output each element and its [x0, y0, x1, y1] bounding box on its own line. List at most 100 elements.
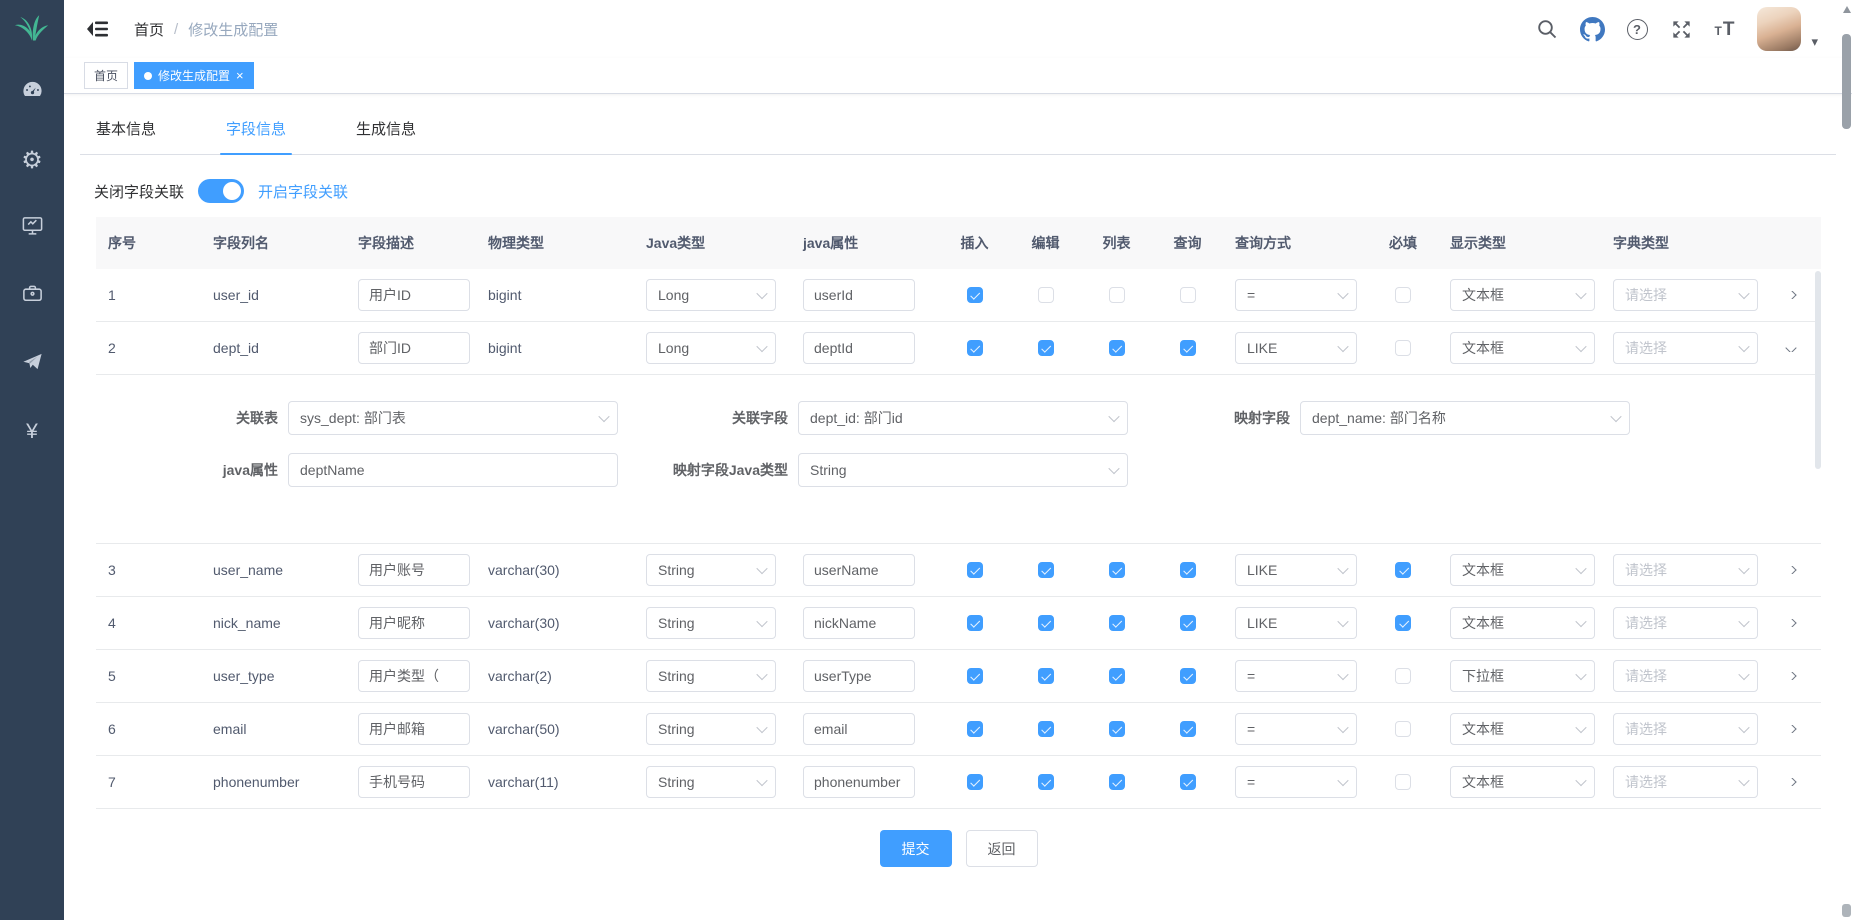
query-checkbox[interactable]: [1180, 615, 1196, 631]
java-type-select[interactable]: String: [646, 713, 776, 745]
display-type-select[interactable]: 文本框: [1450, 554, 1595, 586]
app-logo[interactable]: [0, 0, 64, 58]
java-type-select[interactable]: Long: [646, 332, 776, 364]
required-checkbox[interactable]: [1395, 562, 1411, 578]
required-checkbox[interactable]: [1395, 340, 1411, 356]
sidebar-collapse-icon[interactable]: [86, 19, 108, 39]
java-attr-input[interactable]: [803, 607, 915, 639]
close-icon[interactable]: ×: [236, 69, 244, 82]
display-type-select[interactable]: 文本框: [1450, 332, 1595, 364]
field-description-input[interactable]: [358, 766, 470, 798]
breadcrumb-home[interactable]: 首页: [134, 19, 164, 40]
field-description-input[interactable]: [358, 713, 470, 745]
field-description-input[interactable]: [358, 332, 470, 364]
query-type-select[interactable]: =: [1235, 279, 1357, 311]
sidebar-item-dashboard[interactable]: [0, 58, 64, 126]
relation-table-select[interactable]: sys_dept: 部门表: [288, 401, 618, 435]
required-checkbox[interactable]: [1395, 668, 1411, 684]
query-type-select[interactable]: LIKE: [1235, 332, 1357, 364]
edit-checkbox[interactable]: [1038, 340, 1054, 356]
required-checkbox[interactable]: [1395, 774, 1411, 790]
sidebar-item-pay[interactable]: ¥: [0, 398, 64, 466]
java-attr-input[interactable]: [803, 554, 915, 586]
list-checkbox[interactable]: [1109, 721, 1125, 737]
sidebar-item-tool[interactable]: [0, 262, 64, 330]
edit-checkbox[interactable]: [1038, 774, 1054, 790]
java-attr-input[interactable]: [803, 279, 915, 311]
edit-checkbox[interactable]: [1038, 721, 1054, 737]
fullscreen-icon[interactable]: [1670, 18, 1693, 41]
query-checkbox[interactable]: [1180, 287, 1196, 303]
insert-checkbox[interactable]: [967, 340, 983, 356]
java-attr-input[interactable]: [803, 660, 915, 692]
dict-type-select[interactable]: 请选择: [1613, 554, 1758, 586]
display-type-select[interactable]: 文本框: [1450, 713, 1595, 745]
display-type-select[interactable]: 文本框: [1450, 279, 1595, 311]
query-checkbox[interactable]: [1180, 721, 1196, 737]
list-checkbox[interactable]: [1109, 340, 1125, 356]
field-description-input[interactable]: [358, 660, 470, 692]
display-type-select[interactable]: 文本框: [1450, 766, 1595, 798]
sidebar-item-system[interactable]: ⚙: [0, 126, 64, 194]
query-type-select[interactable]: LIKE: [1235, 607, 1357, 639]
relation-toggle-switch[interactable]: [198, 179, 244, 203]
java-type-select[interactable]: String: [646, 554, 776, 586]
collapse-row-icon[interactable]: [1785, 344, 1796, 352]
java-attr-input[interactable]: [803, 332, 915, 364]
insert-checkbox[interactable]: [967, 721, 983, 737]
list-checkbox[interactable]: [1109, 562, 1125, 578]
dict-type-select[interactable]: 请选择: [1613, 332, 1758, 364]
query-type-select[interactable]: =: [1235, 766, 1357, 798]
field-description-input[interactable]: [358, 279, 470, 311]
tab-field-info[interactable]: 字段信息: [224, 108, 288, 154]
edit-checkbox[interactable]: [1038, 287, 1054, 303]
expand-row-icon[interactable]: [1785, 291, 1796, 299]
query-checkbox[interactable]: [1180, 668, 1196, 684]
insert-checkbox[interactable]: [967, 562, 983, 578]
field-description-input[interactable]: [358, 607, 470, 639]
chevron-down-icon[interactable]: ▾: [1811, 34, 1818, 50]
required-checkbox[interactable]: [1395, 721, 1411, 737]
search-icon[interactable]: [1536, 18, 1558, 40]
insert-checkbox[interactable]: [967, 287, 983, 303]
dict-type-select[interactable]: 请选择: [1613, 607, 1758, 639]
list-checkbox[interactable]: [1109, 668, 1125, 684]
scrollbar-bottom-piece[interactable]: [1842, 904, 1851, 917]
query-checkbox[interactable]: [1180, 340, 1196, 356]
tag-home[interactable]: 首页: [84, 62, 128, 89]
required-checkbox[interactable]: [1395, 615, 1411, 631]
mapping-java-type-select[interactable]: String: [798, 453, 1128, 487]
java-type-select[interactable]: String: [646, 607, 776, 639]
query-type-select[interactable]: =: [1235, 660, 1357, 692]
sidebar-item-guide[interactable]: [0, 330, 64, 398]
query-type-select[interactable]: =: [1235, 713, 1357, 745]
java-type-select[interactable]: String: [646, 660, 776, 692]
java-attr-input[interactable]: [803, 766, 915, 798]
insert-checkbox[interactable]: [967, 668, 983, 684]
dict-type-select[interactable]: 请选择: [1613, 766, 1758, 798]
dict-type-select[interactable]: 请选择: [1613, 660, 1758, 692]
page-scrollbar[interactable]: [1841, 0, 1852, 920]
expand-row-icon[interactable]: [1785, 619, 1796, 627]
display-type-select[interactable]: 文本框: [1450, 607, 1595, 639]
insert-checkbox[interactable]: [967, 774, 983, 790]
edit-checkbox[interactable]: [1038, 562, 1054, 578]
github-icon[interactable]: [1580, 17, 1605, 42]
expand-row-icon[interactable]: [1785, 566, 1796, 574]
required-checkbox[interactable]: [1395, 287, 1411, 303]
expand-row-icon[interactable]: [1785, 778, 1796, 786]
mapping-field-select[interactable]: dept_name: 部门名称: [1300, 401, 1630, 435]
help-icon[interactable]: ?: [1627, 19, 1648, 40]
expand-row-icon[interactable]: [1785, 672, 1796, 680]
submit-button[interactable]: 提交: [880, 830, 952, 867]
query-checkbox[interactable]: [1180, 774, 1196, 790]
back-button[interactable]: 返回: [966, 830, 1038, 867]
field-description-input[interactable]: [358, 554, 470, 586]
dict-type-select[interactable]: 请选择: [1613, 713, 1758, 745]
table-scrollbar[interactable]: [1815, 271, 1821, 469]
tag-current-active[interactable]: 修改生成配置 ×: [134, 62, 254, 89]
sidebar-item-monitor[interactable]: [0, 194, 64, 262]
relation-field-select[interactable]: dept_id: 部门id: [798, 401, 1128, 435]
list-checkbox[interactable]: [1109, 774, 1125, 790]
java-attr-input[interactable]: [803, 713, 915, 745]
